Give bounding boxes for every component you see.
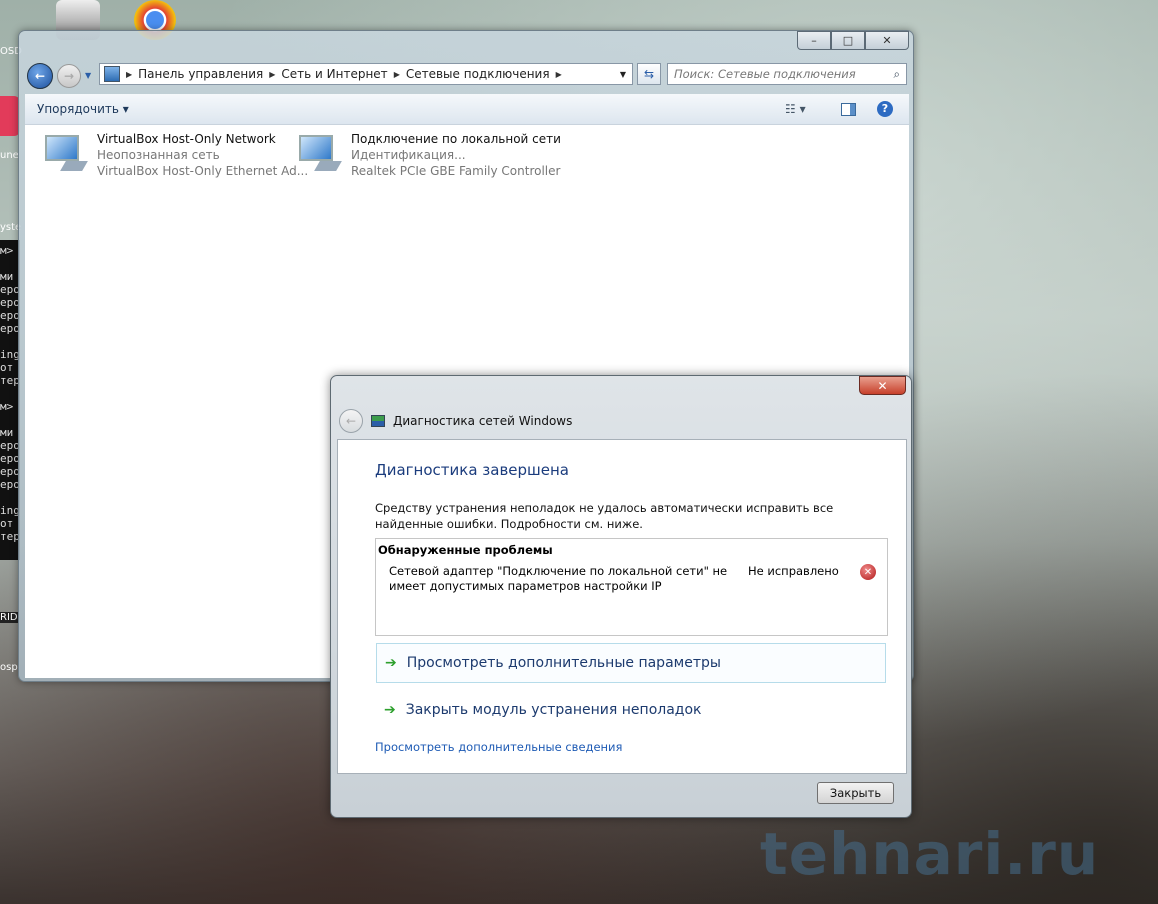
- breadcrumb-separator-icon[interactable]: ▶: [269, 70, 275, 79]
- console-line: еро: [0, 439, 20, 452]
- console-line: от: [0, 517, 14, 530]
- connection-item-virtualbox[interactable]: VirtualBox Host-Only Network Неопознанна…: [43, 131, 308, 179]
- connection-status: Идентификация...: [351, 148, 466, 162]
- console-line: тер: [0, 374, 20, 387]
- dialog-content: Диагностика завершена Средству устранени…: [337, 439, 907, 774]
- network-diagnostics-dialog: ✕ ← Диагностика сетей Windows Диагностик…: [330, 375, 912, 818]
- problems-header: Обнаруженные проблемы: [378, 543, 553, 557]
- back-button[interactable]: ←: [27, 63, 53, 89]
- console-line: тер: [0, 530, 20, 543]
- problem-status: Не исправлено: [748, 564, 839, 578]
- console-line: ing: [0, 348, 20, 361]
- connection-name: Подключение по локальной сети: [351, 132, 561, 146]
- breadcrumb-separator-icon[interactable]: ▶: [394, 70, 400, 79]
- organize-menu[interactable]: Упорядочить ▾: [37, 102, 129, 116]
- desktop-icon-itunes[interactable]: [0, 96, 20, 136]
- console-line: еро: [0, 283, 20, 296]
- network-adapter-icon: [297, 131, 343, 177]
- dialog-back-button[interactable]: ←: [339, 409, 363, 433]
- network-folder-icon: [104, 66, 120, 82]
- address-bar[interactable]: ▶ Панель управления ▶ Сеть и Интернет ▶ …: [99, 63, 633, 85]
- console-line: ми: [0, 270, 14, 283]
- console-line: м>: [0, 400, 14, 413]
- green-arrow-icon: ➔: [385, 655, 397, 671]
- connection-name: VirtualBox Host-Only Network: [97, 132, 276, 146]
- command-bar: Упорядочить ▾ ☷ ▾ ?: [25, 94, 909, 125]
- console-line: ми: [0, 426, 14, 439]
- connection-item-local[interactable]: Подключение по локальной сети Идентифика…: [297, 131, 561, 179]
- breadcrumb-control-panel[interactable]: Панель управления: [138, 67, 263, 81]
- change-view-icon[interactable]: ☷ ▾: [785, 102, 806, 116]
- address-dropdown-icon[interactable]: ▼: [620, 70, 626, 79]
- option-label: Просмотреть дополнительные параметры: [406, 655, 721, 671]
- console-line: еро: [0, 452, 20, 465]
- console-line: от: [0, 361, 14, 374]
- console-line: м>: [0, 556, 20, 560]
- console-line: еро: [0, 478, 20, 491]
- preview-pane-icon[interactable]: [841, 102, 856, 116]
- connection-adapter: VirtualBox Host-Only Ethernet Ad...: [97, 164, 309, 178]
- close-troubleshooter-link[interactable]: ➔ Закрыть модуль устранения неполадок: [376, 690, 886, 730]
- refresh-button[interactable]: ⇆: [637, 63, 661, 85]
- connection-status: Неопознанная сеть: [97, 148, 220, 162]
- minimize-button[interactable]: –: [797, 31, 831, 50]
- close-button[interactable]: ✕: [865, 31, 909, 50]
- search-icon: ⌕: [893, 66, 900, 81]
- breadcrumb-network-internet[interactable]: Сеть и Интернет: [281, 67, 387, 81]
- console-line: ing: [0, 504, 20, 517]
- forward-button[interactable]: →: [57, 64, 81, 88]
- console-line: еро: [0, 296, 20, 309]
- dialog-heading: Диагностика завершена: [375, 461, 569, 479]
- desktop-label: une: [0, 150, 19, 161]
- dialog-close-button[interactable]: ✕: [859, 376, 906, 395]
- desktop-label: osp: [0, 662, 18, 673]
- view-details-link[interactable]: Просмотреть дополнительные сведения: [375, 740, 622, 754]
- console-line: еро: [0, 465, 20, 478]
- dialog-message: Средству устранения неполадок не удалось…: [375, 501, 834, 531]
- console-window-fragment: м> ми еро еро еро еро ing от тер м> ми еро еро ер…: [0, 240, 20, 560]
- desktop-label: RID: [0, 612, 18, 623]
- problems-box: Обнаруженные проблемы Сетевой адаптер "П…: [375, 538, 888, 636]
- console-line: еро: [0, 309, 20, 322]
- connection-adapter: Realtek PCIe GBE Family Controller: [351, 164, 561, 178]
- diagnostics-icon: [371, 415, 385, 427]
- error-icon: ✕: [860, 564, 876, 580]
- view-more-options-link[interactable]: ➔ Просмотреть дополнительные параметры: [376, 643, 886, 683]
- network-adapter-icon: [43, 131, 89, 177]
- breadcrumb-network-connections[interactable]: Сетевые подключения: [406, 67, 550, 81]
- option-label: Закрыть модуль устранения неполадок: [405, 702, 702, 718]
- recent-pages-dropdown-icon[interactable]: ▼: [85, 71, 91, 80]
- maximize-button[interactable]: □: [831, 31, 865, 50]
- watermark: tehnari.ru: [760, 820, 1100, 888]
- problem-description: Сетевой адаптер "Подключение по локально…: [389, 564, 728, 593]
- close-button[interactable]: Закрыть: [817, 782, 894, 804]
- console-line: еро: [0, 322, 20, 335]
- console-line: м>: [0, 244, 14, 257]
- breadcrumb-separator-icon[interactable]: ▶: [556, 70, 562, 79]
- help-icon[interactable]: ?: [877, 101, 893, 117]
- dialog-title: Диагностика сетей Windows: [393, 414, 573, 428]
- green-arrow-icon: ➔: [384, 702, 396, 718]
- breadcrumb-separator-icon[interactable]: ▶: [126, 70, 132, 79]
- search-placeholder: Поиск: Сетевые подключения: [674, 67, 856, 81]
- search-input[interactable]: Поиск: Сетевые подключения ⌕: [667, 63, 907, 85]
